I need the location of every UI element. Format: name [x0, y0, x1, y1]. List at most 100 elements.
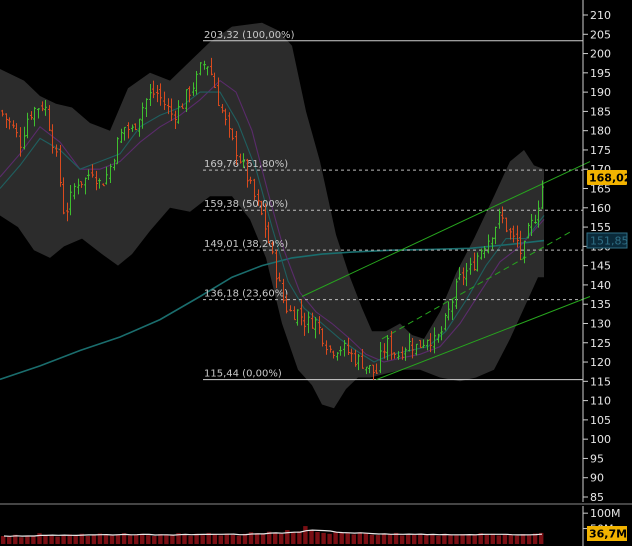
volume-bar	[466, 535, 471, 544]
volume-bar	[85, 536, 90, 544]
price-tick-label: 125	[590, 337, 611, 350]
volume-bar	[158, 534, 163, 544]
last-volume-marker: 36,7M	[587, 526, 627, 541]
volume-bar	[424, 535, 429, 544]
volume-bar	[454, 535, 459, 544]
volume-bar	[291, 532, 296, 544]
volume-bar	[61, 535, 66, 544]
price-tick-label: 145	[590, 260, 611, 273]
volume-bar	[103, 535, 109, 544]
volume-bar	[309, 530, 314, 544]
volume-bar	[351, 534, 356, 544]
volume-bar	[436, 535, 441, 544]
price-tick-label: 115	[590, 375, 611, 388]
volume-bar	[115, 534, 121, 544]
volume-bar	[339, 532, 344, 544]
price-tick-label: 100	[590, 433, 611, 446]
volume-bar	[321, 532, 326, 544]
volume-bar	[520, 534, 526, 544]
price-tick-label: 155	[590, 221, 611, 234]
volume-bar	[303, 526, 308, 544]
stock-chart: 203,32 (100,00%) 169,76 (61,80%) 159,38 (5…	[0, 0, 632, 546]
volume-bar	[230, 534, 236, 545]
price-tick-label: 120	[590, 356, 611, 369]
last-price-label: 168,02	[589, 172, 631, 185]
price-tick-label: 210	[590, 9, 611, 22]
price-tick-label: 95	[590, 452, 604, 465]
price-tick-label: 185	[590, 105, 611, 118]
volume-bar	[218, 535, 223, 544]
volume-bar	[242, 533, 248, 544]
volume-bar	[508, 535, 514, 544]
volume-bar	[327, 533, 332, 544]
price-tick-label: 200	[590, 48, 611, 61]
volume-bar	[496, 535, 501, 544]
volume-bar	[315, 532, 320, 544]
volume-bar	[273, 532, 278, 544]
volume-bar	[442, 533, 447, 544]
price-tick-label: 85	[590, 491, 604, 504]
price-tick-label: 160	[590, 202, 611, 215]
price-tick-label: 130	[590, 317, 611, 330]
volume-tick-label: 100M	[590, 507, 621, 520]
volume-bar	[200, 535, 205, 544]
volume-bar	[31, 536, 36, 544]
fibonacci-label: 169,76 (61,80%)	[204, 159, 288, 170]
volume-bar	[188, 535, 193, 544]
volume-bar	[502, 534, 508, 544]
volume-bar	[260, 534, 266, 544]
volume-bar	[460, 534, 465, 544]
volume-bar	[526, 534, 532, 545]
volume-bar	[406, 534, 411, 544]
price-tick-label: 135	[590, 298, 611, 311]
volume-bar	[369, 534, 375, 545]
fibonacci-label: 115,44 (0,00%)	[204, 369, 282, 380]
price-tick-label: 195	[590, 67, 611, 80]
volume-bar	[91, 534, 97, 545]
volume-bar	[357, 532, 362, 544]
volume-bar	[254, 533, 260, 544]
price-tick-label: 110	[590, 395, 611, 408]
price-tick-label: 180	[590, 125, 611, 138]
price-tick-label: 140	[590, 279, 611, 292]
price-tick-label: 190	[590, 86, 611, 99]
volume-bar	[472, 534, 477, 544]
volume-bar	[164, 534, 169, 545]
volume-bar	[43, 534, 48, 545]
volume-bar	[7, 536, 12, 544]
volume-bar	[194, 533, 199, 544]
volume-bar	[279, 533, 284, 544]
fibonacci-label: 149,01 (38,20%)	[204, 239, 288, 250]
volume-bar	[387, 534, 393, 544]
volume-bar	[381, 533, 387, 544]
volume-bar	[146, 535, 151, 544]
volume-bar	[49, 535, 54, 544]
fibonacci-label: 159,38 (50,00%)	[204, 199, 288, 210]
volume-bar	[514, 535, 520, 544]
volume-bar	[430, 534, 435, 544]
volume-bar	[375, 535, 381, 544]
volume-bar	[25, 535, 30, 544]
volume-bar	[412, 534, 417, 545]
fibonacci-label: 203,32 (100,00%)	[204, 30, 295, 41]
price-tick-label: 205	[590, 28, 611, 41]
volume-bar	[73, 535, 78, 544]
volume-bar	[345, 533, 350, 544]
price-tick-label: 90	[590, 472, 604, 485]
volume-bar	[236, 535, 242, 544]
volume-bar	[109, 535, 115, 544]
volume-bar	[140, 533, 145, 544]
volume-bar	[134, 534, 139, 545]
volume-bar	[399, 535, 405, 544]
indicator-value-label: 151,85	[590, 235, 629, 248]
volume-bar	[170, 535, 175, 544]
volume-bar	[1, 536, 6, 544]
volume-bar	[297, 531, 302, 544]
volume-bar	[55, 536, 60, 544]
price-tick-label: 105	[590, 414, 611, 427]
volume-bar	[127, 535, 133, 544]
price-tick-label: 175	[590, 144, 611, 157]
volume-bar	[448, 534, 453, 545]
fibonacci-label: 136,18 (23,60%)	[204, 289, 288, 300]
indicator-value-marker: 151,85	[586, 232, 629, 249]
